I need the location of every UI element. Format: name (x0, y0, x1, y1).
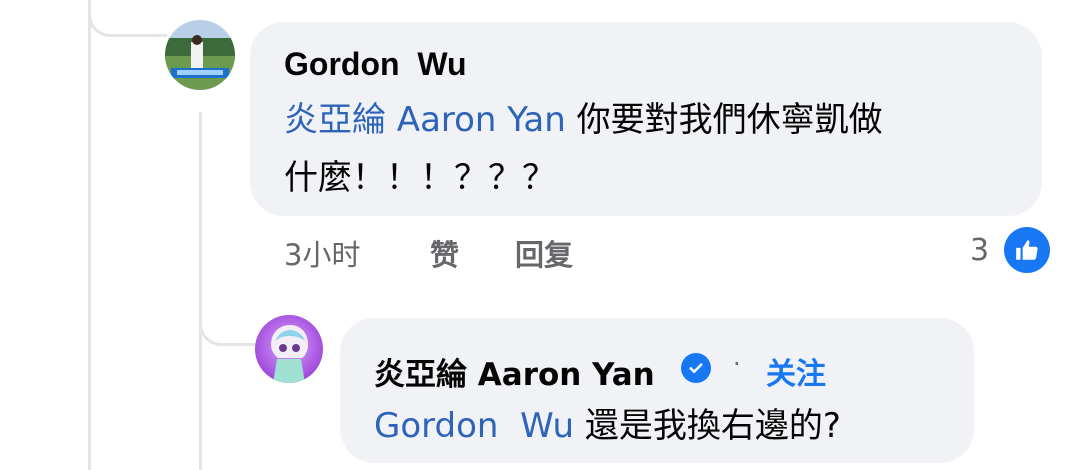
reply-text: Gordon Wu 還是我換右邊的? (374, 397, 964, 455)
reply-button[interactable]: 回复 (515, 232, 573, 274)
avatar-figure-icon (271, 325, 308, 383)
reply-author-name[interactable]: 炎亞綸 Aaron Yan (374, 349, 655, 394)
reaction-count[interactable]: 3 (970, 233, 989, 268)
thread-line-outer (88, 0, 91, 470)
mention-gordon-wu[interactable]: Gordon Wu (374, 406, 574, 446)
thread-curve-top (88, 0, 167, 37)
comment-text-line1: 你要對我們休寧凱做 (565, 100, 883, 140)
comment-author-name[interactable]: Gordon Wu (284, 46, 466, 83)
like-button[interactable]: 赞 (430, 232, 459, 274)
avatar-photo-icon (165, 20, 235, 90)
follow-button[interactable]: 关注 (766, 349, 826, 393)
thread-curve-reply (199, 285, 257, 346)
reply-text-rest: 還是我換右邊的? (574, 406, 841, 446)
mention-aaron-yan[interactable]: 炎亞綸 Aaron Yan (284, 100, 566, 140)
avatar-aaron-yan[interactable] (255, 315, 323, 383)
verified-check-icon (681, 353, 711, 383)
separator-dot: · (733, 350, 741, 378)
avatar-gordon-wu[interactable] (165, 20, 235, 90)
comment-text-line2: 什麼！！！？？？ (284, 158, 556, 198)
comment-timestamp[interactable]: 3小时 (284, 232, 360, 274)
comment-text: 炎亞綸 Aaron Yan 你要對我們休寧凱做 什麼！！！？？？ (284, 91, 1024, 207)
thumbs-up-icon[interactable] (1004, 227, 1050, 273)
